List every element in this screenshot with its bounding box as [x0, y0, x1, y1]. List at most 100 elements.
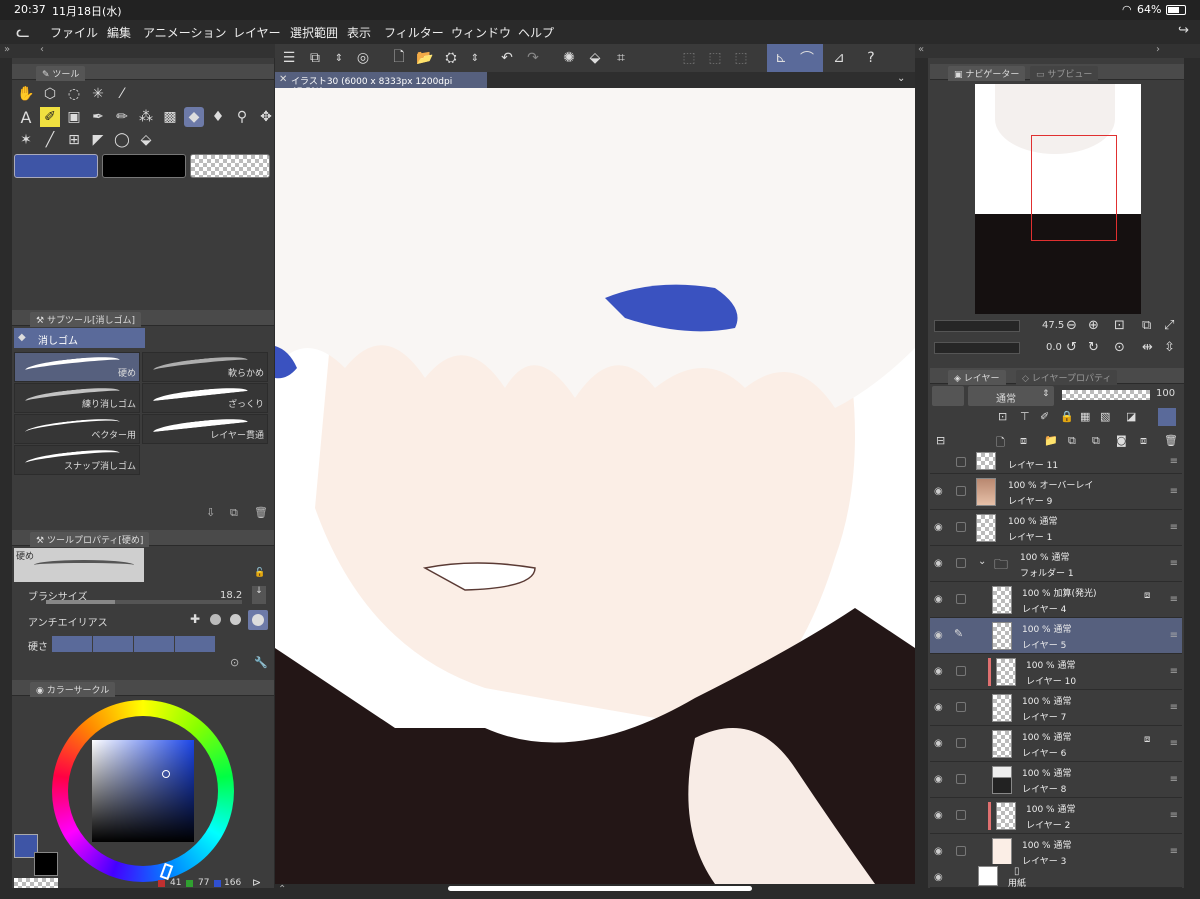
chevron-right-icon[interactable]: ›	[1156, 44, 1160, 55]
decoration-tool-icon[interactable]: ▩	[160, 107, 180, 127]
actual-size-icon[interactable]: ⊡	[1114, 318, 1125, 333]
new-vector-layer-icon[interactable]: ⧈	[1020, 434, 1027, 448]
reference-layer-icon[interactable]: ⊤	[1020, 410, 1030, 423]
menu-window[interactable]: ウィンドウ	[451, 24, 511, 41]
zoom-slider[interactable]	[934, 320, 1020, 332]
layer-row-4[interactable]: ◉ 100 % 加算(発光) レイヤー 4 ⧈ ≡	[930, 582, 1182, 618]
trash-icon[interactable]: 🗑	[254, 506, 268, 519]
main-color-swatch[interactable]	[14, 154, 98, 178]
rotation-slider[interactable]	[934, 342, 1020, 354]
apply-mask-icon[interactable]: ⧈	[1140, 434, 1147, 448]
subtool-panel-tab[interactable]: ⚒ サブツール[消しゴム]	[30, 312, 141, 327]
spiral-icon[interactable]: ◎	[353, 48, 373, 68]
layer-lock-checkbox[interactable]	[956, 774, 966, 784]
document-tab[interactable]: ✕ イラスト30 (6000 x 8333px 1200dpi 47.5%)	[275, 72, 487, 97]
blend-mode-select[interactable]: 通常 ⇕	[968, 386, 1054, 406]
new-window-icon[interactable]: ⧉	[305, 48, 325, 68]
layer-row-11[interactable]: レイヤー 11 ≡	[930, 452, 1182, 474]
frame-tool-icon[interactable]: ⊞	[64, 130, 84, 150]
reset-rotation-icon[interactable]: ⊙	[1114, 340, 1125, 355]
draft-layer-icon[interactable]: ✐	[1040, 410, 1049, 423]
snap-brush-icon[interactable]: ⌒	[797, 48, 817, 68]
layer-row-9[interactable]: ◉ 100 % オーバーレイ レイヤー 9 ≡	[930, 474, 1182, 510]
layer-menu-icon[interactable]: ≡	[1170, 558, 1178, 569]
deselect-icon[interactable]: ⬚	[679, 48, 699, 68]
collapse-left-icon[interactable]: »	[4, 44, 10, 55]
layer-row-5[interactable]: ◉ ✎ 100 % 通常 レイヤー 5 ≡	[930, 618, 1182, 654]
layer-lock-checkbox[interactable]	[956, 738, 966, 748]
opacity-slider[interactable]	[1062, 390, 1150, 400]
object-tool-icon[interactable]: ⬡	[40, 84, 60, 104]
antialias-strong-icon[interactable]	[248, 610, 268, 630]
hand-tool-icon[interactable]: ✋	[16, 84, 36, 104]
hardness-step-2[interactable]	[93, 636, 133, 652]
magic-wand-icon[interactable]: ✳	[88, 84, 108, 104]
subtool-soft[interactable]: 軟らかめ	[142, 352, 268, 382]
preset-preview[interactable]: 硬め	[14, 548, 144, 582]
rotate-left-icon[interactable]: ↺	[1066, 340, 1077, 355]
eye-icon[interactable]: ◉	[934, 666, 943, 677]
property-reset-icon[interactable]: ⊙	[230, 656, 239, 669]
antialias-medium-icon[interactable]	[230, 614, 241, 625]
saturation-value-square[interactable]	[92, 740, 194, 842]
gradient-tool-icon[interactable]: ▣	[64, 107, 84, 127]
color-mode-icon[interactable]: ⊳	[252, 876, 261, 889]
antialias-none-icon[interactable]: ✚	[190, 612, 200, 626]
flip-horizontal-icon[interactable]: ⇹	[1142, 340, 1153, 355]
subtool-vector[interactable]: ベクター用	[14, 414, 140, 444]
layer-menu-icon[interactable]: ≡	[1170, 522, 1178, 533]
layer-menu-icon[interactable]: ≡	[1170, 738, 1178, 749]
layer-menu-icon[interactable]: ≡	[1170, 666, 1178, 677]
menu-layer[interactable]: レイヤー	[233, 24, 281, 41]
layer-menu-icon[interactable]: ≡	[1170, 456, 1178, 467]
layer-row-6[interactable]: ◉ 100 % 通常 レイヤー 6 ⧈ ≡	[930, 726, 1182, 762]
layer-menu-icon[interactable]: ≡	[1170, 594, 1178, 605]
new-raster-layer-icon[interactable]: 🗋	[996, 434, 1005, 453]
layer-row-1[interactable]: ◉ 100 % 通常 レイヤー 1 ≡	[930, 510, 1182, 546]
hardness-step-1[interactable]	[52, 636, 92, 652]
eye-icon[interactable]: ◉	[934, 846, 943, 857]
layer-lock-checkbox[interactable]	[956, 594, 966, 604]
layer-tab[interactable]: ◈ レイヤー	[948, 370, 1006, 385]
color-transparent-chip[interactable]	[14, 878, 58, 888]
delete-layer-icon[interactable]: 🗑	[1164, 434, 1178, 447]
clip-icon[interactable]: ⊡	[998, 410, 1007, 423]
layer-lock-checkbox[interactable]	[956, 558, 966, 568]
transfer-down-icon[interactable]: ⧉	[1068, 434, 1076, 448]
eye-icon[interactable]: ◉	[934, 810, 943, 821]
eye-icon[interactable]: ◉	[934, 872, 943, 883]
collapse-right-icon[interactable]: «	[918, 44, 924, 55]
tool-property-tab[interactable]: ⚒ ツールプロパティ[硬め]	[30, 532, 150, 547]
zoom-out-icon[interactable]: ⊖	[1066, 318, 1077, 333]
merge-down-icon[interactable]: ⧉	[1092, 434, 1100, 448]
fit-icon[interactable]: ⧉	[1142, 318, 1151, 333]
line-tool-icon[interactable]: ╱	[40, 130, 60, 150]
layer-row-10[interactable]: ◉ 100 % 通常 レイヤー 10 ≡	[930, 654, 1182, 690]
subtool-snap[interactable]: スナップ消しゴム	[14, 445, 140, 475]
selection-border-icon[interactable]: ⬚	[731, 48, 751, 68]
loading-icon[interactable]: ✺	[559, 48, 579, 68]
tab-dropdown-icon[interactable]: ⌄	[897, 73, 905, 84]
flip-vertical-icon[interactable]: ⇳	[1164, 340, 1175, 355]
redo-icon[interactable]: ↷	[523, 48, 543, 68]
layer-lock-checkbox[interactable]	[956, 486, 966, 496]
mask-enable-icon[interactable]: ▧	[1100, 410, 1110, 423]
brush-size-slider[interactable]	[46, 600, 242, 604]
menu-animation[interactable]: アニメーション	[143, 24, 227, 41]
opacity-value[interactable]: 100	[1156, 388, 1175, 399]
layer-menu-icon[interactable]: ≡	[1170, 846, 1178, 857]
layer-lock-checkbox[interactable]	[956, 702, 966, 712]
save-icon[interactable]: ⛭	[441, 48, 461, 68]
eye-icon[interactable]: ◉	[934, 594, 943, 605]
lasso-tool-icon[interactable]: ◌	[64, 84, 84, 104]
snap-special-ruler-icon[interactable]: ⊿	[829, 48, 849, 68]
layer-lock-checkbox[interactable]	[956, 522, 966, 532]
layer-row-paper[interactable]: ◉ ▯ 用紙	[930, 864, 1182, 889]
subtool-hard[interactable]: 硬め	[14, 352, 140, 382]
layer-lock-checkbox[interactable]	[956, 457, 966, 467]
correct-line-icon[interactable]: ✶	[16, 130, 36, 150]
hardness-step-4[interactable]	[175, 636, 215, 652]
save-switch-icon[interactable]: ⇕	[465, 48, 485, 68]
blend-tool-icon[interactable]: ♦	[208, 107, 228, 127]
layer-row-7[interactable]: ◉ 100 % 通常 レイヤー 7 ≡	[930, 690, 1182, 726]
